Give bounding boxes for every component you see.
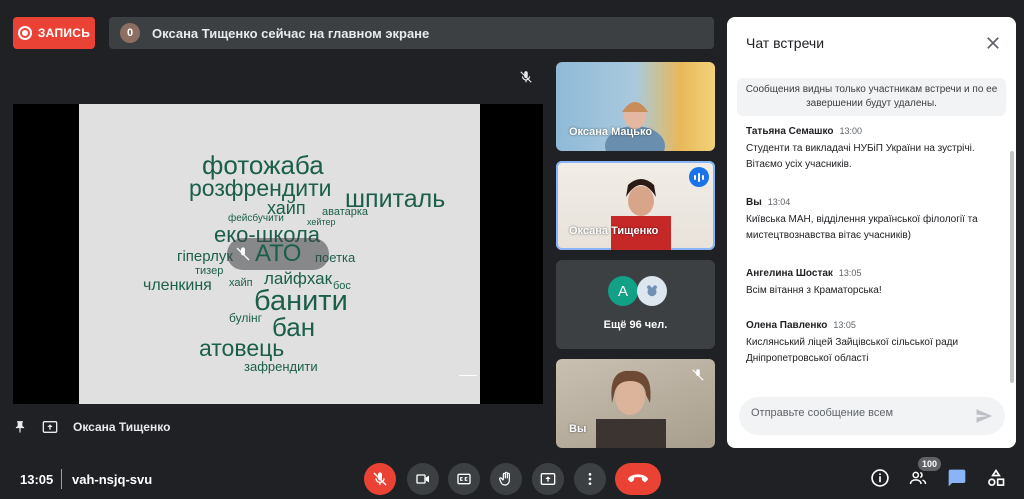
- speaking-indicator-icon: [689, 167, 709, 187]
- present-screen-icon[interactable]: [41, 419, 59, 435]
- record-label: ЗАПИСЬ: [37, 26, 91, 40]
- pin-icon[interactable]: [13, 420, 27, 434]
- presenting-banner: 0 Оксана Тищенко сейчас на главном экран…: [109, 17, 714, 49]
- message-text: Всім вітання з Краматорська!: [746, 285, 882, 296]
- word-cloud-word: хайп: [229, 277, 253, 289]
- record-icon: [17, 26, 32, 40]
- chat-privacy-notice: Сообщения видны только участникам встреч…: [737, 78, 1006, 116]
- message-text: Кислянський ліцей Зайцівської сільської …: [746, 337, 959, 364]
- participant-avatar-image: [637, 276, 667, 306]
- participant-name: Оксана Мацько: [569, 126, 653, 138]
- meeting-code: vah-nsjq-svu: [72, 472, 153, 487]
- activities-button[interactable]: [985, 467, 1007, 489]
- record-indicator-button[interactable]: ЗАПИСЬ: [13, 17, 95, 49]
- mic-off-icon: [692, 369, 704, 381]
- closed-caption-icon: [457, 473, 471, 485]
- message-sender: Ангелина Шостак: [746, 268, 833, 279]
- camera-toggle-button[interactable]: [407, 463, 439, 495]
- raise-hand-button[interactable]: [490, 463, 522, 495]
- message-text: Київська МАН, відділення української філ…: [746, 214, 978, 241]
- close-icon[interactable]: [984, 34, 1002, 52]
- main-stage[interactable]: фотожаба розфрендити шпиталь хайп аватар…: [13, 104, 543, 404]
- presenter-avatar: 0: [120, 23, 140, 43]
- people-icon: [909, 471, 927, 485]
- stage-presenter-name: Оксана Тищенко: [73, 420, 171, 434]
- message-sender: Татьяна Семашко: [746, 127, 834, 137]
- message-time: 13:05: [838, 268, 862, 278]
- word-cloud-word: булінг: [229, 311, 263, 325]
- captions-button[interactable]: [448, 463, 480, 495]
- present-screen-icon: [540, 473, 556, 485]
- participant-name: Вы: [569, 423, 587, 435]
- message-time: 13:05: [833, 320, 856, 330]
- message-time: 13:04: [767, 197, 791, 207]
- message-text: Студенти та викладачі НУБіП України на з…: [746, 143, 975, 170]
- mic-toggle-button[interactable]: [364, 463, 396, 495]
- chat-button[interactable]: [946, 467, 968, 489]
- chat-panel: Чат встречи Сообщения видны только участ…: [727, 17, 1016, 448]
- presentation-slide: фотожаба розфрендити шпиталь хайп аватар…: [79, 104, 480, 404]
- videocam-icon: [416, 474, 429, 484]
- chat-scrollbar[interactable]: [1010, 151, 1014, 383]
- participant-count-badge: 100: [918, 457, 942, 471]
- divider: [61, 469, 62, 489]
- word-cloud-word: АТО: [255, 240, 302, 267]
- word-cloud-word: атовець: [199, 335, 285, 361]
- meeting-clock: 13:05: [20, 472, 54, 487]
- message-sender: Вы: [746, 197, 762, 208]
- word-cloud-word: членкиня: [143, 277, 212, 294]
- call-end-icon: [628, 474, 648, 483]
- word-cloud-word: тизер: [195, 265, 224, 277]
- more-vert-icon: [588, 473, 592, 485]
- leave-call-button[interactable]: [615, 463, 661, 495]
- message-sender: Олена Павленко: [746, 320, 828, 331]
- chat-title: Чат встречи: [746, 35, 825, 51]
- chat-input-box: [739, 397, 1005, 435]
- word-cloud-word: гіперлук: [177, 248, 233, 265]
- send-icon[interactable]: [975, 407, 993, 425]
- slide-progress-line: [459, 375, 477, 376]
- word-cloud-word: розфрендити: [189, 175, 332, 201]
- participant-avatar: А: [608, 276, 638, 306]
- chat-message-input[interactable]: [751, 407, 971, 419]
- chat-message-list[interactable]: Татьяна Семашко 13:00 Студенти та виклада…: [727, 127, 1016, 393]
- info-icon: [871, 469, 889, 487]
- mic-off-icon: [236, 247, 250, 261]
- presenter-mute-overlay: АТО: [227, 238, 329, 270]
- chat-icon: [948, 469, 966, 487]
- mic-off-icon: [373, 472, 387, 486]
- present-now-button[interactable]: [532, 463, 564, 495]
- more-participants-tile[interactable]: А Ещё 96 чел.: [556, 260, 715, 349]
- participant-tile[interactable]: Оксана Мацько: [556, 62, 715, 151]
- meeting-details-button[interactable]: [869, 467, 891, 489]
- chat-message: Олена Павленко 13:05 Кислянський ліцей За…: [746, 320, 1001, 367]
- chat-message: Вы 13:04 Київська МАН, відділення українс…: [746, 197, 1001, 244]
- animal-avatar-icon: [647, 285, 657, 297]
- message-time: 13:00: [839, 127, 863, 136]
- self-view-tile[interactable]: Вы: [556, 359, 715, 448]
- presenting-text: Оксана Тищенко сейчас на главном экране: [152, 25, 430, 41]
- chat-message: Ангелина Шостак 13:05 Всім вітання з Крам…: [746, 268, 1001, 299]
- chat-message: Татьяна Семашко 13:00 Студенти та виклада…: [746, 127, 1001, 173]
- mic-off-icon: [520, 71, 532, 83]
- more-options-button[interactable]: [574, 463, 606, 495]
- raise-hand-icon: [499, 471, 510, 486]
- activities-icon: [988, 468, 1005, 486]
- participant-tile-active-speaker[interactable]: Оксана Тищенко: [556, 161, 715, 250]
- stage-footer: Оксана Тищенко: [13, 412, 170, 442]
- participant-name: Оксана Тищенко: [569, 225, 659, 237]
- more-participants-label: Ещё 96 чел.: [603, 319, 668, 331]
- word-cloud-word: зафрендити: [244, 359, 318, 374]
